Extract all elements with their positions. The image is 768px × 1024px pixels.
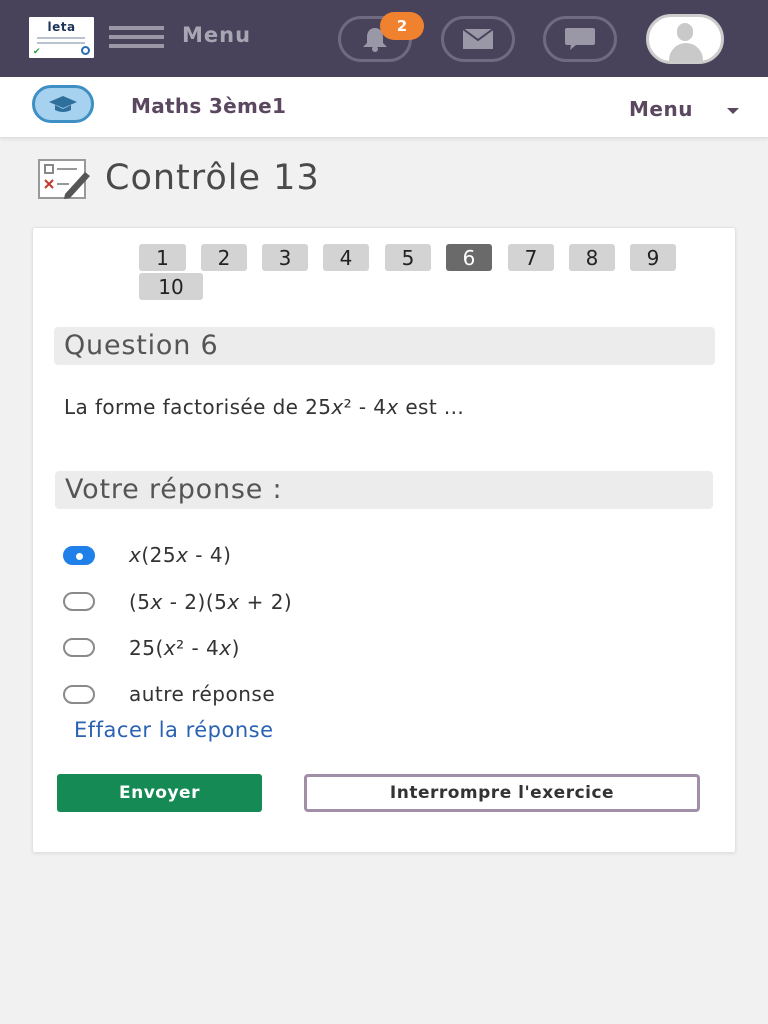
question-heading: Question 6 [54,327,715,365]
mail-icon [462,28,494,49]
send-button[interactable]: Envoyer [57,774,262,812]
question-nav-10[interactable]: 10 [139,273,203,300]
logo-eye-icon [81,46,90,55]
logo-text: leta [47,20,76,34]
stop-exercise-button[interactable]: Interrompre l'exercice [304,774,700,812]
page-title: Contrôle 13 [105,158,320,198]
course-menu-button[interactable]: Menu [629,97,693,121]
messages-button[interactable] [441,16,515,62]
question-nav-3[interactable]: 3 [262,244,308,271]
top-navbar: leta ✔ Menu 2 [0,0,768,77]
exercise-card [32,227,736,853]
caret-down-icon[interactable] [727,108,739,114]
option-d-label[interactable]: autre réponse [129,682,275,706]
hamburger-icon[interactable] [109,26,164,52]
clear-answer-link[interactable]: Effacer la réponse [74,718,274,742]
logo-check-icon: ✔ [33,47,41,57]
option-a-label[interactable]: x(25x - 4) [129,543,231,567]
course-title[interactable]: Maths 3ème1 [131,94,286,118]
question-nav-8[interactable]: 8 [569,244,615,271]
option-d-radio[interactable] [63,685,95,704]
question-nav-2[interactable]: 2 [201,244,247,271]
answer-heading: Votre réponse : [55,471,713,509]
chat-button[interactable] [543,16,617,62]
question-nav-6-active[interactable]: 6 [446,244,492,271]
checklist-edit-icon [37,158,91,200]
notification-count-badge: 2 [380,12,424,40]
option-b-radio[interactable] [63,592,95,611]
option-c-radio[interactable] [63,638,95,657]
main-menu-label[interactable]: Menu [182,23,251,47]
question-nav-5[interactable]: 5 [385,244,431,271]
option-b-label[interactable]: (5x - 2)(5x + 2) [129,590,292,614]
site-logo[interactable]: leta ✔ [29,17,94,58]
question-nav-7[interactable]: 7 [508,244,554,271]
chat-icon [565,28,595,50]
question-text: La forme factorisée de 25x² - 4x est ... [64,395,465,419]
question-nav-9[interactable]: 9 [630,244,676,271]
course-bar: Maths 3ème1 Menu [0,77,768,138]
option-a-radio[interactable] [63,546,95,565]
graduation-cap-icon[interactable] [32,85,94,123]
question-nav-1[interactable]: 1 [139,244,186,271]
user-avatar-icon[interactable] [646,14,724,64]
option-c-label[interactable]: 25(x² - 4x) [129,636,240,660]
question-nav-4[interactable]: 4 [323,244,369,271]
